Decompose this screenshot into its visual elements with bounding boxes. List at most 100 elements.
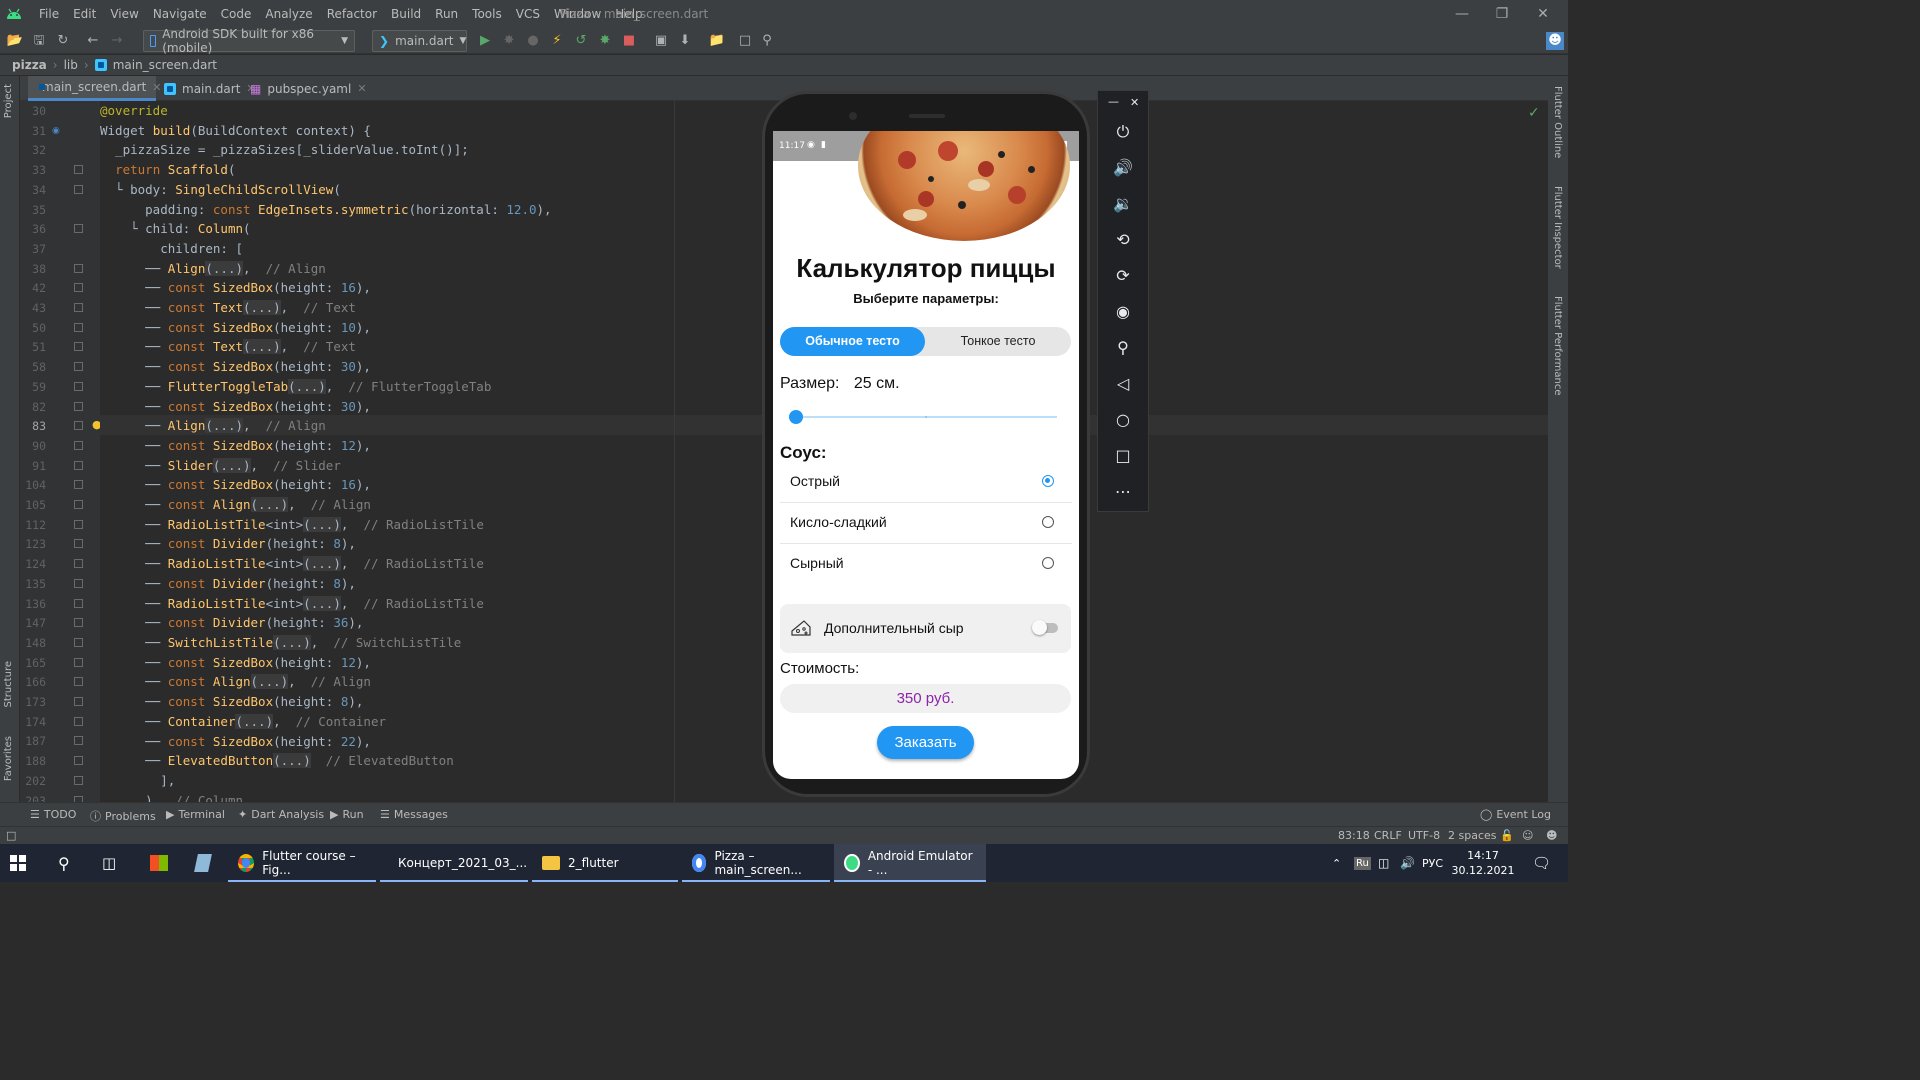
taskbar-item-folder-flutter[interactable]: 2_flutter [532,844,678,882]
home-icon[interactable]: ○ [1110,407,1136,433]
notifications-icon[interactable]: 🗨 [1522,844,1562,882]
chevron-up-icon[interactable]: ⌃ [1322,844,1344,882]
menu-file[interactable]: File [32,7,66,21]
intention-bulb-icon[interactable]: ● [92,418,100,431]
menu-vcs[interactable]: VCS [509,7,547,21]
project-structure-icon[interactable]: 📁 [708,32,726,50]
device-manager-icon[interactable]: ▣ [652,32,670,50]
fold-marker-icon[interactable] [74,677,83,687]
fold-marker-icon[interactable] [74,500,83,509]
maximize-icon[interactable]: ❐ [1492,4,1512,24]
open-folder-icon[interactable]: 📂 [6,32,24,50]
account-icon[interactable]: ☻ [1546,32,1564,50]
flutter-performance-button[interactable]: Flutter Performance [1552,296,1563,396]
radio-button[interactable] [1042,557,1054,569]
stop-icon[interactable]: ■ [620,32,638,50]
fold-marker-icon[interactable] [74,421,83,431]
menu-view[interactable]: View [103,7,145,21]
menu-edit[interactable]: Edit [66,7,103,21]
fold-marker-icon[interactable] [74,539,83,549]
radio-sauce-cheese[interactable]: Сырный [773,543,1079,583]
fold-marker-icon[interactable] [74,303,83,312]
minimize-icon[interactable]: — [1452,4,1472,24]
indent-setting[interactable]: 2 spaces [1448,829,1497,842]
power-icon[interactable]: ⏻ [1110,119,1136,145]
language-button[interactable]: РУС [1412,844,1452,882]
back-icon[interactable]: ← [84,32,102,50]
caret-position[interactable]: 83:18 [1338,829,1370,842]
extra-cheese-tile[interactable]: Дополнительный сыр [780,604,1071,653]
minimize-icon[interactable]: — [1108,95,1119,108]
fold-marker-icon[interactable] [74,559,83,569]
input-indicator[interactable]: Ru [1344,844,1371,882]
fold-marker-icon[interactable] [74,322,83,332]
tool-windows-icon[interactable]: □ [6,829,16,842]
forward-icon[interactable]: → [108,32,126,50]
size-slider[interactable] [789,410,1057,424]
more-icon[interactable]: ⋯ [1110,479,1136,505]
device-selector[interactable]: Android SDK built for x86 (mobile) ▼ [143,27,355,55]
radio-button[interactable] [1042,516,1054,528]
attach-debugger-icon[interactable]: ✸ [596,32,614,50]
close-icon[interactable]: ✕ [1130,96,1139,109]
taskbar-item-android-studio[interactable]: Pizza – main_screen... [682,844,830,882]
back-icon[interactable]: ◁ [1110,371,1136,397]
emulator-screen[interactable]: 11:17 ◉ ▮ ▼ ▮ Калькулятор пиццы Выберите… [773,131,1079,779]
close-icon[interactable]: ✕ [357,82,366,95]
todo-tool-button[interactable]: ☰ TODO [30,808,76,821]
face-icon[interactable]: ☻ [1546,829,1557,842]
run-icon[interactable]: ▶ [476,32,494,50]
profile-icon[interactable]: ● [524,32,542,50]
hot-restart-icon[interactable]: ↺ [572,32,590,50]
sync-icon[interactable]: ↻ [54,32,72,50]
tab-main-screen[interactable]: main_screen.dart ✕ [28,76,162,101]
slider-thumb[interactable] [789,410,803,424]
zoom-icon[interactable]: ⚲ [1110,335,1136,361]
favorites-tool-button[interactable]: Favorites [3,736,14,781]
lock-icon[interactable]: 🔓 [1500,829,1514,842]
fold-marker-icon[interactable] [74,224,83,234]
search-icon[interactable]: ⚲ [758,32,776,50]
fold-marker-icon[interactable] [74,480,83,490]
override-marker-icon[interactable]: ◉ [52,126,60,136]
menu-navigate[interactable]: Navigate [146,7,214,21]
taskbar-item-chrome[interactable]: Flutter course – Fig... [228,844,376,882]
radio-sauce-sweet-sour[interactable]: Кисло-сладкий [773,502,1079,542]
breadcrumb-project[interactable]: pizza [12,58,47,72]
smiley-icon[interactable]: ☺ [1522,829,1533,842]
radio-button-checked[interactable] [1042,475,1054,487]
fold-marker-icon[interactable] [74,598,83,608]
fold-marker-icon[interactable] [74,165,83,175]
volume-icon[interactable]: 🔊 [1390,844,1415,882]
fold-marker-icon[interactable] [74,736,83,746]
fold-marker-icon[interactable] [74,716,83,726]
file-encoding[interactable]: UTF-8 [1408,829,1440,842]
sdk-manager-icon[interactable]: ⬇ [676,32,694,50]
fold-marker-icon[interactable] [74,342,83,352]
camera-icon[interactable]: ◉ [1110,299,1136,325]
volume-down-icon[interactable]: 🔉 [1110,191,1136,217]
fold-marker-icon[interactable] [74,519,83,529]
hot-reload-icon[interactable]: ⚡ [548,32,566,50]
menu-refactor[interactable]: Refactor [320,7,384,21]
fold-marker-icon[interactable] [74,381,83,391]
taskbar-item-emulator[interactable]: Android Emulator - ... [834,844,986,882]
fold-marker-icon[interactable] [74,263,83,273]
run-config-selector[interactable]: ❯ main.dart ▼ [372,30,467,52]
terminal-window-icon[interactable]: □ [736,32,754,50]
notes-app-icon[interactable] [186,844,226,882]
rotate-right-icon[interactable]: ⟳ [1110,263,1136,289]
breadcrumb-lib[interactable]: lib [64,58,78,72]
problems-tool-button[interactable]: ⓘ Problems [90,808,156,824]
messages-tool-button[interactable]: ☰ Messages [380,808,448,821]
project-tool-button[interactable]: Project [3,84,14,118]
store-icon[interactable] [140,844,180,882]
extra-cheese-switch[interactable] [1032,620,1058,635]
save-icon[interactable]: 🖫 [30,32,48,50]
run-tool-button[interactable]: ▶ Run [330,808,364,821]
fold-marker-icon[interactable] [74,401,83,411]
debug-icon[interactable]: ✸ [500,32,518,50]
terminal-tool-button[interactable]: ▶ Terminal [166,808,225,821]
rotate-left-icon[interactable]: ⟲ [1110,227,1136,253]
flutter-inspector-button[interactable]: Flutter Inspector [1552,186,1563,269]
